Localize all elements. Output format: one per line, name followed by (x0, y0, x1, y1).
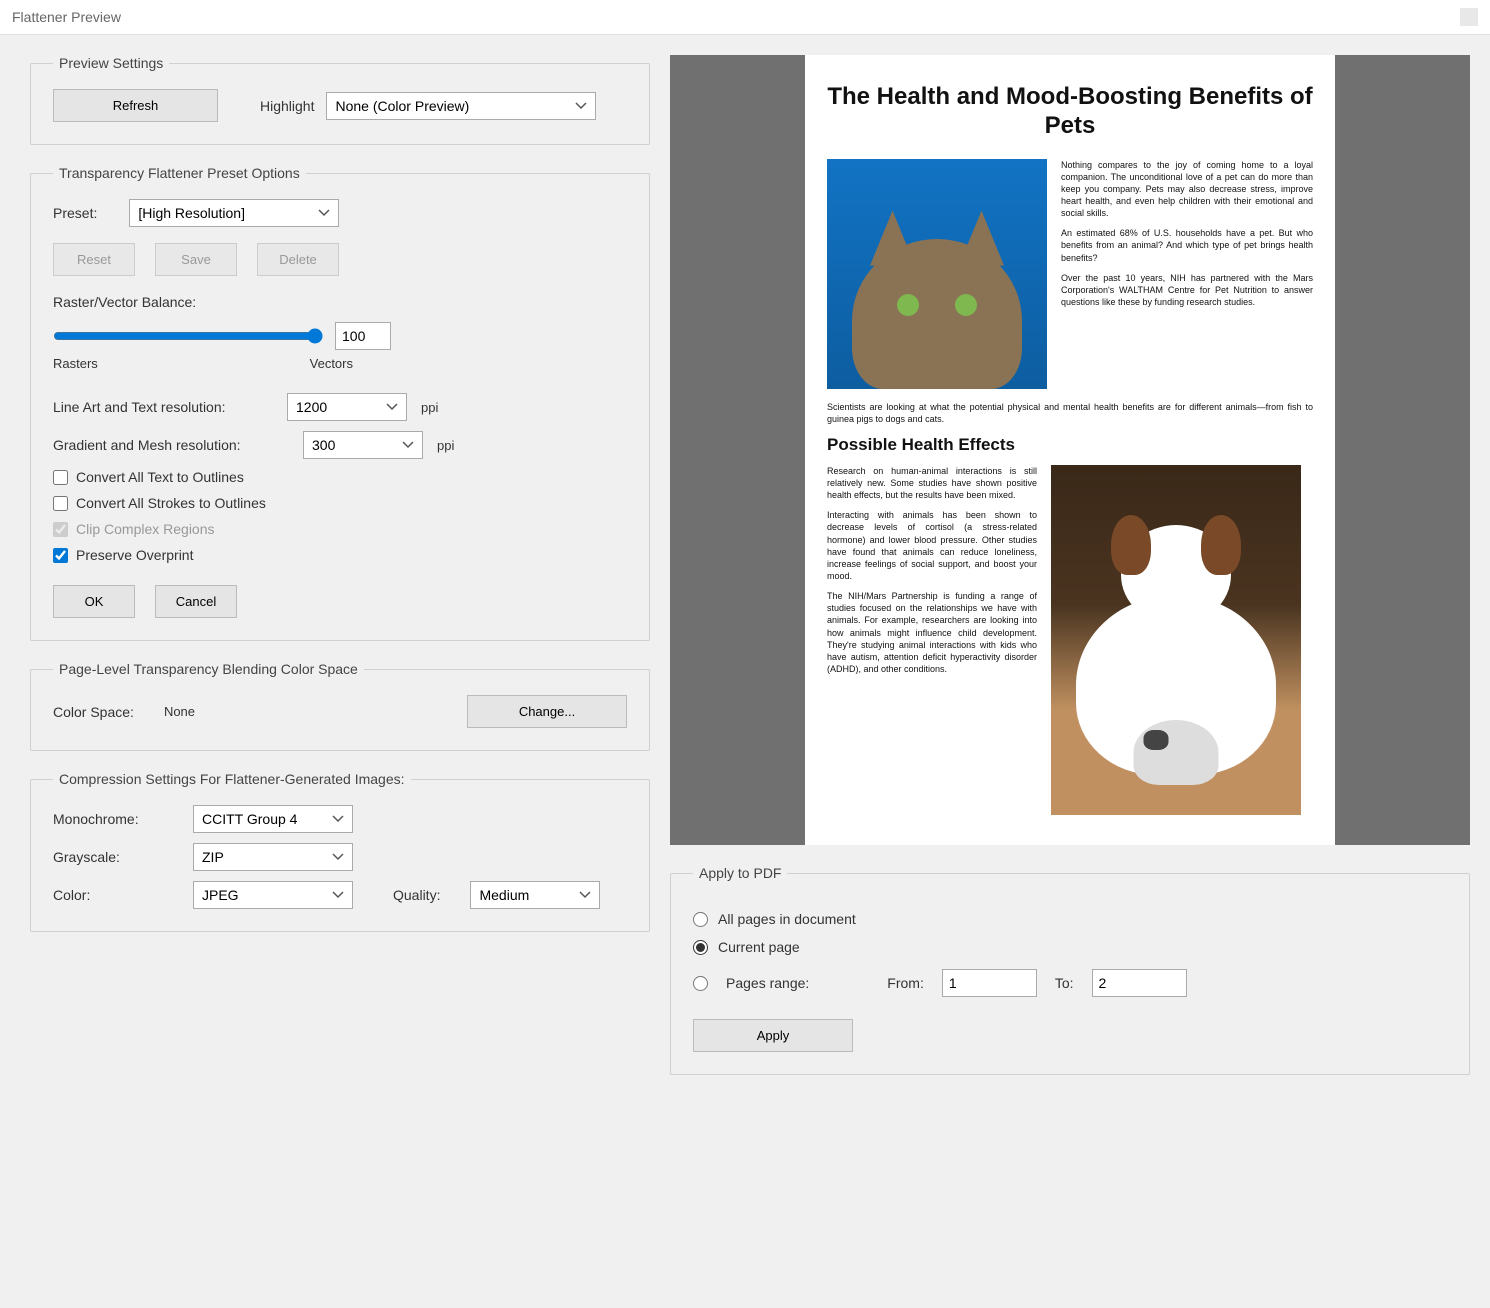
reset-button[interactable]: Reset (53, 243, 135, 276)
gradient-unit: ppi (437, 438, 454, 453)
window-title: Flattener Preview (12, 9, 121, 25)
lineart-select[interactable]: 1200 (287, 393, 407, 421)
color-select[interactable]: JPEG (193, 881, 353, 909)
radio-all-pages-label: All pages in document (718, 911, 856, 927)
color-space-group: Page-Level Transparency Blending Color S… (30, 661, 650, 751)
apply-legend: Apply to PDF (693, 865, 787, 881)
raster-vector-label: Raster/Vector Balance: (53, 294, 196, 310)
close-icon[interactable] (1460, 8, 1478, 26)
to-label: To: (1055, 975, 1074, 991)
lineart-label: Line Art and Text resolution: (53, 399, 273, 415)
apply-group: Apply to PDF All pages in document Curre… (670, 865, 1470, 1075)
preview-settings-group: Preview Settings Refresh Highlight None … (30, 55, 650, 145)
preset-label: Preset: (53, 205, 97, 221)
radio-all-pages[interactable] (693, 912, 708, 927)
mono-select[interactable]: CCITT Group 4 (193, 805, 353, 833)
gradient-select[interactable]: 300 (303, 431, 423, 459)
preset-select[interactable]: [High Resolution] (129, 199, 339, 227)
to-input[interactable] (1092, 969, 1187, 997)
transparency-legend: Transparency Flattener Preset Options (53, 165, 306, 181)
radio-current-page[interactable] (693, 940, 708, 955)
color-space-legend: Page-Level Transparency Blending Color S… (53, 661, 364, 677)
raster-vector-value[interactable] (335, 322, 391, 350)
apply-button[interactable]: Apply (693, 1019, 853, 1052)
color-space-label: Color Space: (53, 704, 134, 720)
ok-button[interactable]: OK (53, 585, 135, 618)
preview-pane: The Health and Mood-Boosting Benefits of… (670, 55, 1470, 845)
from-input[interactable] (942, 969, 1037, 997)
refresh-button[interactable]: Refresh (53, 89, 218, 122)
transparency-group: Transparency Flattener Preset Options Pr… (30, 165, 650, 641)
cb-preserve-overprint[interactable] (53, 548, 68, 563)
cb-text-outlines[interactable] (53, 470, 68, 485)
raster-vector-slider[interactable] (53, 328, 323, 344)
radio-pages-range-label: Pages range: (726, 975, 809, 991)
color-label: Color: (53, 887, 163, 903)
delete-button[interactable]: Delete (257, 243, 339, 276)
cat-image (827, 159, 1047, 389)
cb-clip-complex-label: Clip Complex Regions (76, 521, 215, 537)
cb-clip-complex (53, 522, 68, 537)
quality-label: Quality: (393, 887, 440, 903)
save-button[interactable]: Save (155, 243, 237, 276)
document-page: The Health and Mood-Boosting Benefits of… (805, 55, 1335, 845)
doc-h2: Possible Health Effects (827, 435, 1313, 455)
dog-image (1051, 465, 1301, 815)
rasters-label: Rasters (53, 356, 98, 371)
change-button[interactable]: Change... (467, 695, 627, 728)
cb-text-outlines-label: Convert All Text to Outlines (76, 469, 244, 485)
lineart-unit: ppi (421, 400, 438, 415)
highlight-label: Highlight (260, 98, 314, 114)
cb-preserve-overprint-label: Preserve Overprint (76, 547, 193, 563)
gray-label: Grayscale: (53, 849, 163, 865)
preview-settings-legend: Preview Settings (53, 55, 169, 71)
cb-strokes-outlines[interactable] (53, 496, 68, 511)
highlight-select[interactable]: None (Color Preview) (326, 92, 596, 120)
radio-current-page-label: Current page (718, 939, 800, 955)
color-space-value: None (164, 704, 195, 719)
quality-select[interactable]: Medium (470, 881, 600, 909)
cancel-button[interactable]: Cancel (155, 585, 237, 618)
compression-legend: Compression Settings For Flattener-Gener… (53, 771, 411, 787)
mono-label: Monochrome: (53, 811, 163, 827)
gradient-label: Gradient and Mesh resolution: (53, 437, 289, 453)
doc-title: The Health and Mood-Boosting Benefits of… (827, 83, 1313, 141)
gray-select[interactable]: ZIP (193, 843, 353, 871)
titlebar: Flattener Preview (0, 0, 1490, 35)
vectors-label: Vectors (310, 356, 353, 371)
cb-strokes-outlines-label: Convert All Strokes to Outlines (76, 495, 266, 511)
radio-pages-range[interactable] (693, 976, 708, 991)
from-label: From: (887, 975, 924, 991)
compression-group: Compression Settings For Flattener-Gener… (30, 771, 650, 932)
